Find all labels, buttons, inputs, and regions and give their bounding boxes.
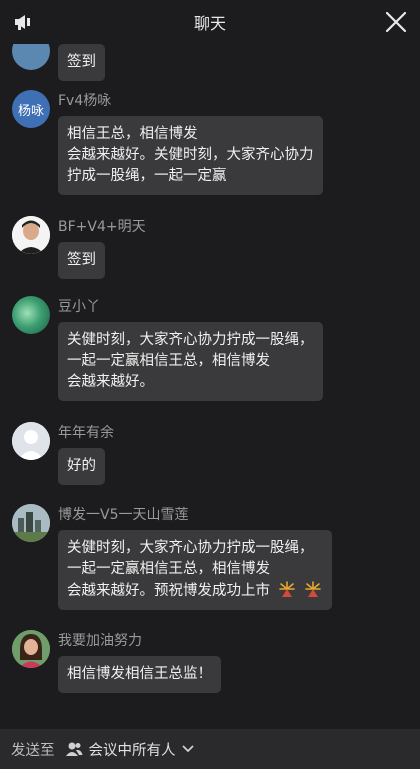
sender-name: BF+V4+明天: [58, 219, 146, 235]
message-text: 关健时刻，大家齐心协力拧成一股绳，: [67, 540, 314, 556]
send-to-bar[interactable]: 发送至 会议中所有人: [0, 729, 420, 769]
message-bubble[interactable]: 关健时刻，大家齐心协力拧成一股绳， 一起一定赢相信王总，相信博发 会越来越好。: [58, 322, 323, 401]
fireworks-icon: [278, 581, 295, 597]
send-to-label: 发送至: [11, 742, 55, 759]
message-text-line: 会越来越好。预祝博发成功上市: [67, 580, 323, 602]
message-bubble[interactable]: 签到: [58, 44, 105, 81]
message-text: 签到: [67, 252, 96, 268]
avatar-text: 杨咏: [17, 103, 44, 119]
message-text: 相信博发相信王总监！: [67, 666, 212, 682]
message-text: 会越来越好。: [67, 374, 154, 390]
default-person-avatar: [12, 422, 50, 460]
message-text: 一起一定赢相信王总，相信博发: [67, 561, 270, 577]
close-icon[interactable]: [382, 8, 410, 36]
woman-photo: [12, 630, 50, 668]
message-bubble[interactable]: 关健时刻，大家齐心协力拧成一股绳， 一起一定赢相信王总，相信博发 会越来越好。预…: [58, 530, 333, 610]
avatar[interactable]: [12, 296, 50, 334]
message-text: 签到: [67, 54, 96, 70]
megaphone-icon[interactable]: [12, 10, 36, 34]
message-bubble[interactable]: 签到: [58, 242, 105, 279]
message-list[interactable]: 签到 杨咏 Fv4杨咏 相信王总，相信博发 会越来越好。关健时刻，大家齐心协力 …: [0, 44, 420, 729]
message-bubble[interactable]: 相信王总，相信博发 会越来越好。关健时刻，大家齐心协力 拧成一股绳，一起一定赢: [58, 116, 323, 195]
page-title: 聊天: [193, 14, 226, 33]
portrait-photo: [12, 216, 50, 254]
message-text: 好的: [67, 458, 96, 474]
chevron-down-icon[interactable]: [182, 745, 194, 753]
message-bubble[interactable]: 好的: [58, 448, 105, 485]
avatar[interactable]: 杨咏: [12, 90, 50, 128]
message-text: 一起一定赢相信王总，相信博发: [67, 353, 270, 369]
avatar[interactable]: [12, 422, 50, 460]
chat-header: 聊天: [0, 0, 420, 44]
message-text: 会越来越好。预祝博发成功上市: [67, 583, 270, 599]
message-text: 相信王总，相信博发: [67, 126, 198, 142]
message-text: 会越来越好。关健时刻，大家齐心协力: [67, 147, 314, 163]
sender-name: 年年有余: [58, 425, 114, 441]
avatar[interactable]: [12, 44, 50, 70]
city-photo: [12, 504, 50, 542]
sender-name: 我要加油努力: [58, 633, 142, 649]
message-text: 拧成一股绳，一起一定赢: [67, 168, 227, 184]
sender-name: 博发一V5一天山雪莲: [58, 507, 189, 523]
recipient-selector[interactable]: 会议中所有人: [89, 739, 176, 760]
message-bubble[interactable]: 相信博发相信王总监！: [58, 656, 221, 693]
avatar[interactable]: [12, 216, 50, 254]
avatar[interactable]: [12, 504, 50, 542]
message-text: 关健时刻，大家齐心协力拧成一股绳，: [67, 332, 314, 348]
fireworks-icon: [305, 581, 322, 597]
sender-name: Fv4杨咏: [58, 93, 112, 109]
sender-name: 豆小丫: [58, 299, 100, 315]
people-icon: [65, 742, 82, 756]
avatar[interactable]: [12, 630, 50, 668]
